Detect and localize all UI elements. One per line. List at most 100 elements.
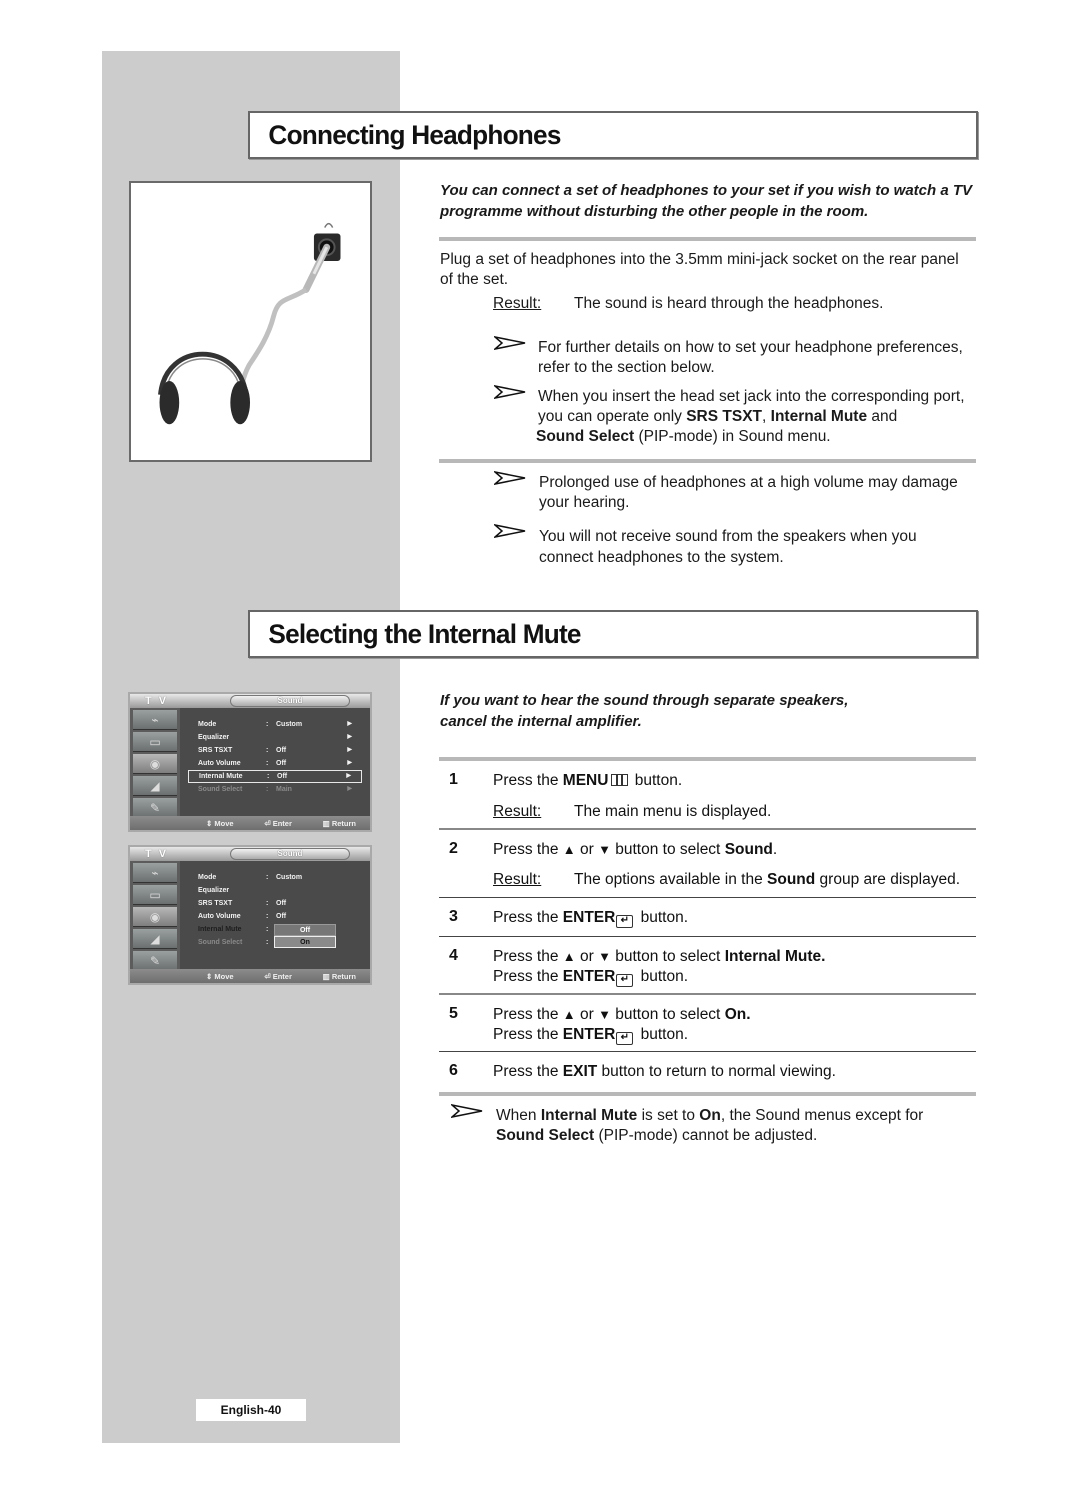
step-line: Press the ENTER ↵ button.	[493, 967, 825, 987]
note-span: you can operate only	[538, 408, 687, 425]
osd-row-equalizer[interactable]: Equalizer	[188, 884, 362, 897]
divider	[439, 1092, 976, 1096]
step-2-result: Result:	[493, 870, 541, 890]
note-line: When Internal Mute is set to On, the Sou…	[496, 1106, 976, 1126]
menu-icon: ▥	[322, 971, 332, 981]
final-note: When Internal Mute is set to On, the Sou…	[496, 1106, 976, 1146]
osd-row-label: Auto Volume	[198, 760, 241, 767]
step-span: Press the	[493, 841, 563, 858]
step-1-text: Press the MENU button.	[493, 771, 682, 791]
note-span: (PIP-mode) in Sound menu.	[634, 428, 831, 445]
osd-row-value: Custom	[276, 874, 303, 881]
input-icon[interactable]: ⌁	[133, 710, 177, 730]
arrow-right-icon: ▶	[346, 773, 351, 779]
step-span: button.	[630, 772, 683, 789]
step-span: group are displayed.	[815, 871, 961, 888]
osd-row-value: Off	[276, 760, 287, 767]
arrow-right-icon: ▶	[347, 786, 352, 792]
step-span: or	[575, 841, 599, 858]
note-bold: SRS TSXT	[686, 408, 763, 425]
intro-text: You can connect a set of headphones to y…	[440, 182, 973, 220]
osd-rows: Mode: Custom ▶ Equalizer ▶ SRS TSXT: Off ▶ Au…	[188, 718, 362, 796]
enter-icon: ⏎	[264, 818, 273, 828]
sound-icon[interactable]: ◉	[133, 754, 177, 774]
tv-osd-internal-mute-popup: T V Sound ⌁ ▭ ◉ ◢ ✎ Mode: Custom Equalize…	[128, 845, 372, 985]
step-line: Press the ENTER ↵ button.	[493, 1025, 751, 1045]
step-number: 4	[449, 947, 458, 964]
note-line: When you insert the head set jack into t…	[538, 388, 965, 405]
headphones-icon	[158, 222, 341, 425]
note-span: , the Sound menus except for	[720, 1107, 924, 1124]
osd-row-label: SRS TSXT	[198, 900, 233, 907]
enter-icon: ↵	[616, 915, 634, 928]
step-4-text: Press the ▲ or ▼ button to select Intern…	[493, 947, 825, 987]
section-title-internal-mute: Selecting the Internal Mute	[268, 619, 581, 649]
channel-icon[interactable]: ◢	[133, 776, 177, 796]
divider	[439, 993, 976, 995]
step-span: or	[575, 1006, 599, 1023]
colon: :	[266, 721, 269, 728]
note-line: Prolonged use of headphones at a high vo…	[539, 474, 958, 491]
headphone-symbol-icon	[324, 222, 334, 228]
osd-move-label: Move	[214, 818, 234, 828]
input-icon[interactable]: ⌁	[133, 863, 177, 883]
osd-row-auto-volume[interactable]: Auto Volume: Off	[188, 910, 362, 923]
sound-icon[interactable]: ◉	[133, 907, 177, 927]
osd-row-label: Internal Mute	[199, 773, 243, 780]
colon: :	[266, 747, 269, 754]
divider	[439, 237, 976, 241]
osd-option-on[interactable]: On	[274, 936, 336, 948]
setup-icon[interactable]: ✎	[133, 951, 177, 971]
picture-icon[interactable]: ▭	[133, 732, 177, 752]
osd-row-equalizer[interactable]: Equalizer ▶	[188, 731, 362, 744]
osd-row-label: Mode	[198, 721, 217, 728]
osd-row-auto-volume[interactable]: Auto Volume: Off ▶	[188, 757, 362, 770]
left-earcup-icon	[159, 381, 180, 425]
osd-move-hint: ⇕ Move	[206, 819, 234, 828]
colon: :	[266, 900, 269, 907]
step-span: The options available in the	[574, 871, 768, 888]
step-6-text: Press the EXIT button to return to norma…	[493, 1062, 836, 1082]
enter-icon: ↵	[616, 1032, 634, 1045]
setup-icon[interactable]: ✎	[133, 798, 177, 818]
osd-row-srs-tsxt[interactable]: SRS TSXT: Off ▶	[188, 744, 362, 757]
picture-icon[interactable]: ▭	[133, 885, 177, 905]
osd-return-hint: ▥ Return	[323, 819, 356, 828]
body-text: Plug a set of headphones into the 3.5mm …	[440, 251, 959, 288]
osd-move-hint: ⇕ Move	[206, 972, 234, 981]
channel-icon[interactable]: ◢	[133, 929, 177, 949]
osd-row-value: Off	[277, 773, 288, 780]
step-bold: EXIT	[562, 1063, 598, 1080]
step-2-text: Press the ▲ or ▼ button to select Sound.	[493, 840, 777, 860]
menu-icon	[611, 774, 629, 786]
colon: :	[266, 874, 269, 881]
osd-footer: ⇕ Move ⏎ Enter ▥ Return	[130, 816, 370, 830]
osd-row-mode[interactable]: Mode: Custom ▶	[188, 718, 362, 731]
divider	[439, 897, 976, 898]
osd-row-label: Internal Mute	[198, 926, 242, 933]
osd-row-mode[interactable]: Mode: Custom	[188, 871, 362, 884]
osd-footer: ⇕ Move ⏎ Enter ▥ Return	[130, 969, 370, 983]
note-span: (PIP-mode) cannot be adjusted.	[594, 1127, 818, 1144]
step-span: button to select	[610, 948, 725, 965]
note-arrow-icon	[451, 1104, 483, 1118]
arrow-right-icon: ▶	[347, 747, 352, 753]
step-span: button.	[636, 909, 689, 926]
step-1-result-text: The main menu is displayed.	[574, 803, 772, 820]
intro-text: If you want to hear the sound through se…	[440, 690, 980, 732]
osd-row-internal-mute[interactable]: Internal Mute: Off ▶	[188, 770, 362, 783]
section-title-box: Selecting the Internal Mute	[248, 610, 978, 658]
cable-icon	[238, 287, 308, 405]
note-span: is set to	[637, 1107, 700, 1124]
note-arrow-icon	[494, 336, 526, 350]
step-bold: ENTER	[562, 909, 616, 926]
arrow-right-icon: ▶	[347, 721, 352, 727]
osd-option-off[interactable]: Off	[274, 924, 336, 936]
section-title-connecting-headphones: Connecting Headphones	[268, 120, 561, 150]
step-line: Press the ▲ or ▼ button to select Intern…	[493, 947, 825, 967]
page-number: English-40	[196, 1399, 306, 1421]
osd-row-srs-tsxt[interactable]: SRS TSXT: Off	[188, 897, 362, 910]
note-hearing-damage: Prolonged use of headphones at a high vo…	[539, 473, 979, 513]
step-bold: ENTER	[562, 968, 616, 985]
osd-row-sound-select[interactable]: Sound Select: Main ▶	[188, 783, 362, 796]
